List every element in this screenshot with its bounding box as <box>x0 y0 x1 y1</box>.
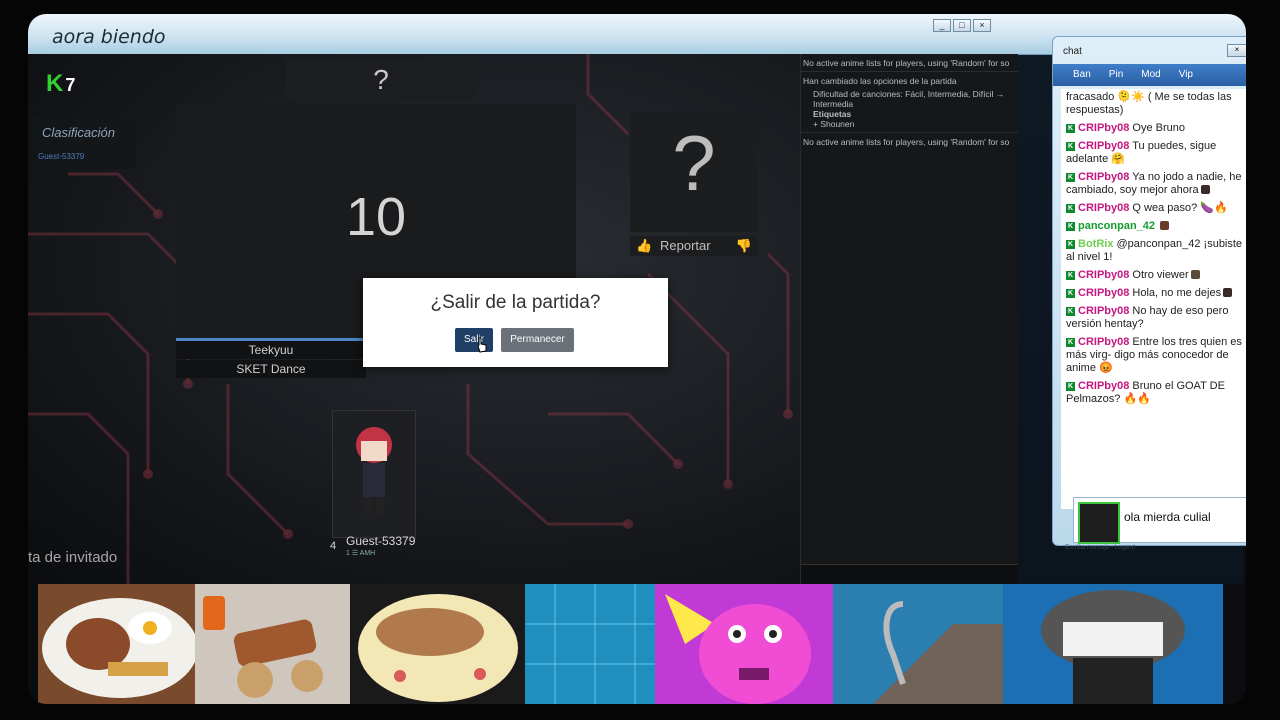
top-card-symbol: ? <box>373 64 389 95</box>
chat-title: chat <box>1063 46 1082 57</box>
window-controls: _ □ × <box>933 19 991 32</box>
window-title: aora biendo <box>52 26 166 48</box>
answer-line: Teekyuu <box>176 341 366 359</box>
like-icon[interactable]: 👍 <box>636 236 652 256</box>
chat-messages: fracasado 🫠☀️ ( Me se todas las respuest… <box>1061 89 1246 509</box>
cartoon-face-image <box>655 584 833 704</box>
chat-window: chat × Ban Pin Mod Vip fracasado 🫠☀️ ( M… <box>1052 36 1246 551</box>
k-badge-icon: K <box>1066 338 1075 347</box>
chat-message: K CRIPby08 Tu puedes, sigue adelante 🤗 <box>1066 140 1217 165</box>
chat-message: fracasado 🫠☀️ ( Me se todas las respuest… <box>1066 91 1232 116</box>
guest-label: ta de invitado <box>28 549 118 566</box>
game-log: No active anime lists for players, using… <box>801 54 1018 147</box>
k-badge-icon: K <box>1066 204 1075 213</box>
close-icon[interactable]: × <box>973 19 991 32</box>
stream-frame: aora biendo _ □ × K 7 Clasificación Gues… <box>28 14 1246 704</box>
k-badge-icon: K <box>1066 142 1075 151</box>
dislike-icon[interactable]: 👎 <box>736 236 752 256</box>
food-plate-image <box>38 584 203 704</box>
tab-pin[interactable]: Pin <box>1109 64 1123 86</box>
game-area: K7 Clasificación Guest-53379 ? 10 Teekyu… <box>28 54 1018 584</box>
player-avatar <box>356 427 392 515</box>
chibi-character-image <box>1003 584 1223 704</box>
chat-message: K CRIPby08 Oye Bruno <box>1066 122 1186 134</box>
game-log-panel: No active anime lists for players, using… <box>800 54 1018 584</box>
tab-mod[interactable]: Mod <box>1141 64 1160 86</box>
player-avatar-card[interactable] <box>332 410 416 538</box>
game-chat-input[interactable] <box>801 564 1018 584</box>
chat-input[interactable]: ola mierda culial <box>1073 497 1246 544</box>
top-card: ? <box>286 60 476 100</box>
pastry-plate-image <box>350 584 525 704</box>
k-badge-icon: K <box>1066 271 1075 280</box>
chat-message: K CRIPby08 Ya no jodo a nadie, he cambiad… <box>1066 171 1242 196</box>
maximize-icon[interactable]: □ <box>953 19 971 32</box>
chat-message: K CRIPby08 Bruno el GOAT DE Pelmazos? 🔥🔥 <box>1066 380 1225 405</box>
player-number: 4 <box>330 540 337 552</box>
chat-message: K CRIPby08 Otro viewer <box>1061 267 1246 285</box>
k-badge-icon: K <box>1066 382 1075 391</box>
log-line: Dificultad de canciones: Fácil, Intermed… <box>813 89 1005 99</box>
side-card: ? <box>630 112 758 232</box>
report-button[interactable]: Reportar <box>660 236 711 256</box>
side-card-symbol: ? <box>672 119 716 207</box>
chat-tabs: Ban Pin Mod Vip <box>1053 64 1246 86</box>
tab-ban[interactable]: Ban <box>1073 64 1091 86</box>
log-line: Han cambiado las opciones de la partida <box>801 71 1018 86</box>
log-line: Etiquetas <box>813 109 852 119</box>
image-strip <box>28 584 1246 704</box>
logo: K7 <box>46 70 76 97</box>
k-badge-icon: K <box>1066 124 1075 133</box>
k-badge-icon: K <box>1066 240 1075 249</box>
paperclip-image <box>833 584 1013 704</box>
k-badge-icon: K <box>1066 289 1075 298</box>
bread-cookies-image <box>195 584 355 704</box>
player-name: Guest-53379 <box>346 534 416 548</box>
user-avatar <box>1078 502 1120 544</box>
chat-message: K CRIPby08 Entre los tres quien es más vi… <box>1066 336 1242 374</box>
stay-button[interactable]: Permanecer <box>501 328 574 352</box>
log-line: Intermedia <box>813 99 854 109</box>
log-line: No active anime lists for players, using… <box>801 132 1018 147</box>
chat-message: K BotRix @panconpan_42 ¡subiste al nivel … <box>1066 238 1243 263</box>
tab-vip[interactable]: Vip <box>1179 64 1193 86</box>
chat-message: K CRIPby08 Q wea paso? 🍆🔥 <box>1066 202 1228 214</box>
countdown: 10 <box>345 187 407 247</box>
chat-message: Kpanconpan_42 <box>1061 218 1246 236</box>
minimize-icon[interactable]: _ <box>933 19 951 32</box>
chat-close-icon[interactable]: × <box>1227 44 1246 57</box>
leave-dialog: ¿Salir de la partida? Salir Permanecer <box>363 278 668 367</box>
dialog-title: ¿Salir de la partida? <box>430 292 601 313</box>
report-bar: 👍 Reportar 👎 <box>630 236 758 256</box>
ranking-guest[interactable]: Guest-53379 <box>38 152 84 161</box>
ranking-label: Clasificación <box>42 125 115 140</box>
chat-message: K CRIPby08 Hola, no me dejes <box>1061 285 1246 303</box>
chat-message: K CRIPby08 No hay de eso pero versión hen… <box>1066 305 1229 330</box>
k-badge-icon: K <box>1066 173 1075 182</box>
log-line: + Shounen <box>813 119 855 129</box>
k-badge-icon: K <box>1066 222 1075 231</box>
chat-input-text: ola mierda culial <box>1124 510 1211 524</box>
chat-hint: Escriba mensaje • Legend <box>1065 545 1135 551</box>
k-badge-icon: K <box>1066 307 1075 316</box>
player-meta: 1 ☰ AMH <box>346 550 376 557</box>
log-line: No active anime lists for players, using… <box>803 58 1010 68</box>
hand-cursor-icon <box>477 337 487 353</box>
answer-line: SKET Dance <box>176 360 366 378</box>
blue-grid-image <box>525 584 655 704</box>
ranking-panel: Clasificación Guest-53379 <box>32 117 136 169</box>
